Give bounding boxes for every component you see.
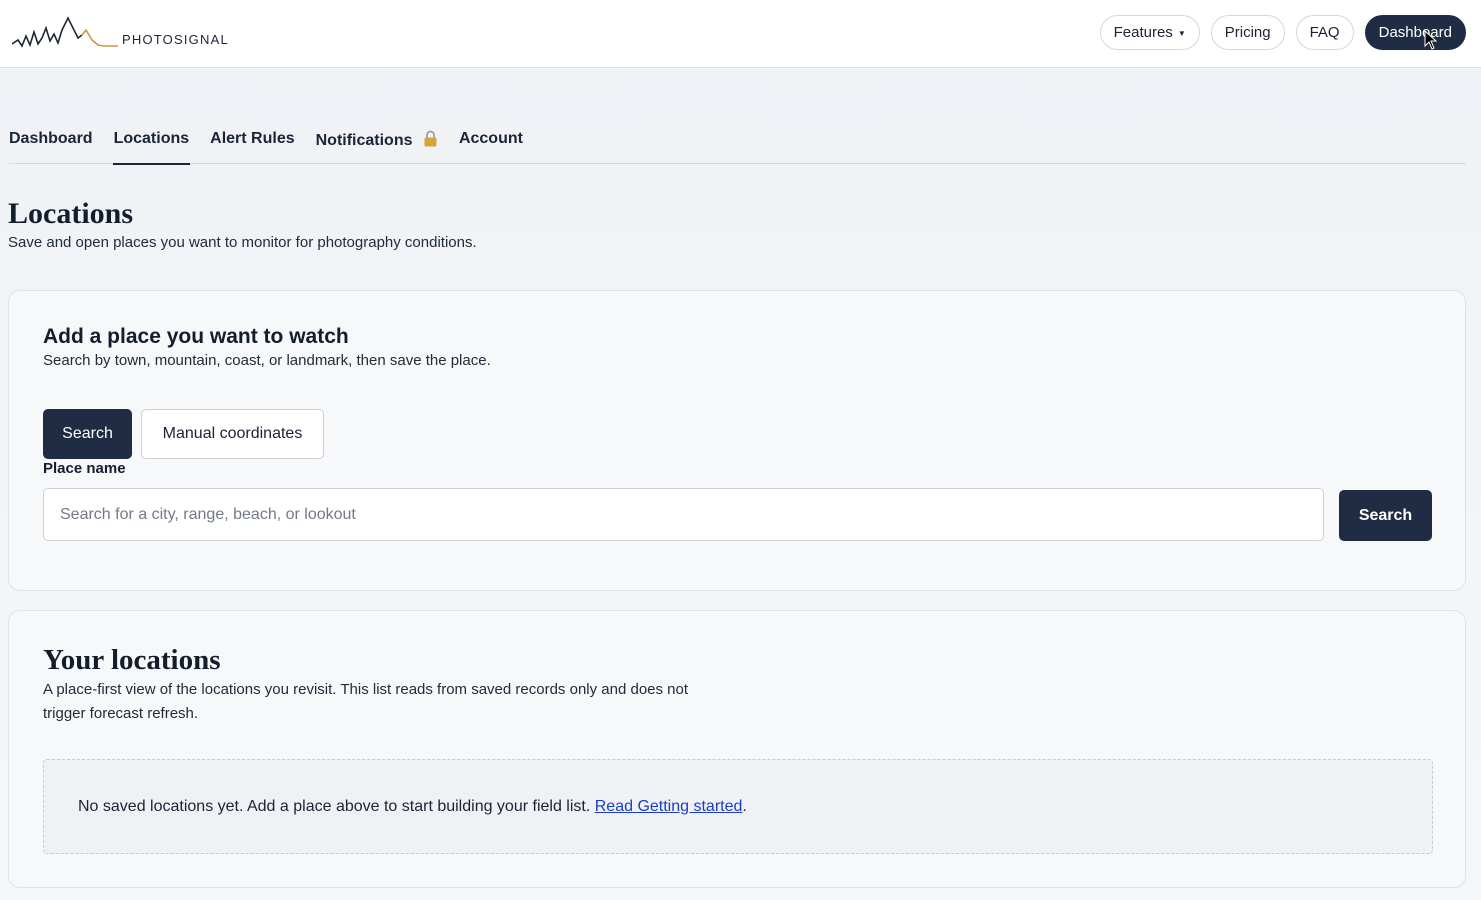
your-locations-description: A place-first view of the locations you … xyxy=(43,681,689,722)
tab-alert-rules[interactable]: Alert Rules xyxy=(210,118,294,164)
tab-dashboard[interactable]: Dashboard xyxy=(9,118,93,164)
empty-locations-text: No saved locations yet. Add a place abov… xyxy=(78,797,591,815)
brand-logo[interactable]: PHOTOSIGNAL xyxy=(12,14,229,50)
lock-icon xyxy=(424,130,437,147)
place-name-input[interactable] xyxy=(43,488,1324,541)
top-nav-links: Features ▼ Pricing FAQ Dashboard xyxy=(1099,15,1466,50)
brand-name: PHOTOSIGNAL xyxy=(122,32,229,47)
manual-coordinates-mode-button[interactable]: Manual coordinates xyxy=(141,409,324,459)
add-place-subtitle: Search by town, mountain, coast, or land… xyxy=(43,352,491,369)
empty-locations-notice: No saved locations yet. Add a place abov… xyxy=(43,759,1433,854)
page-title: Locations xyxy=(8,197,134,230)
waveform-mountain-logo-icon xyxy=(12,16,118,48)
dashboard-button[interactable]: Dashboard xyxy=(1364,15,1466,50)
section-tabs: Dashboard Locations Alert Rules Notifica… xyxy=(9,118,1466,165)
search-button[interactable]: Search xyxy=(1339,490,1432,541)
pricing-link[interactable]: Pricing xyxy=(1210,15,1285,50)
mouse-pointer-icon xyxy=(1424,30,1438,50)
place-name-label: Place name xyxy=(43,460,126,477)
empty-locations-suffix: . xyxy=(742,797,747,815)
page-subtitle: Save and open places you want to monitor… xyxy=(8,234,477,251)
tab-notifications-label: Notifications xyxy=(315,132,413,149)
faq-link[interactable]: FAQ xyxy=(1295,15,1354,50)
search-mode-button[interactable]: Search xyxy=(43,409,132,459)
top-navigation-bar: PHOTOSIGNAL Features ▼ Pricing FAQ Dashb… xyxy=(0,0,1481,68)
tab-locations[interactable]: Locations xyxy=(112,118,190,165)
your-locations-heading: Your locations xyxy=(43,644,221,676)
tab-account[interactable]: Account xyxy=(459,118,523,164)
your-locations-card: Your locations A place-first view of the… xyxy=(8,610,1466,888)
features-label: Features xyxy=(1113,24,1173,41)
getting-started-link[interactable]: Read Getting started xyxy=(595,798,743,816)
tab-notifications[interactable]: Notifications xyxy=(316,118,438,164)
add-place-heading: Add a place you want to watch xyxy=(43,325,349,348)
caret-down-icon: ▼ xyxy=(1177,29,1186,38)
features-dropdown-button[interactable]: Features ▼ xyxy=(1099,15,1200,50)
add-place-card: Add a place you want to watch Search by … xyxy=(8,290,1466,591)
